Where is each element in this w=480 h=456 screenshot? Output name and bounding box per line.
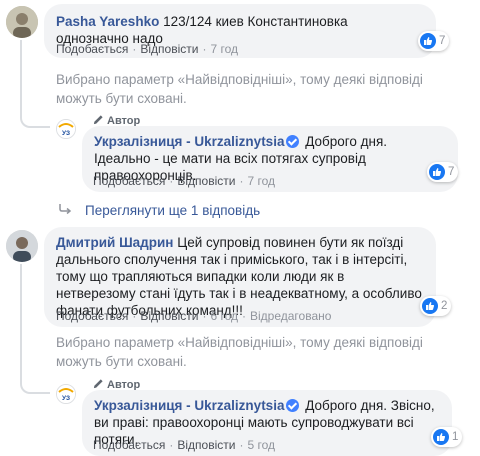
reaction-count[interactable]: 7 bbox=[427, 162, 459, 182]
reply-actions: Подобається · Відповісти · 5 год bbox=[93, 438, 275, 452]
page-avatar[interactable]: УЗ bbox=[56, 384, 76, 404]
like-icon bbox=[429, 164, 445, 180]
reply-link[interactable]: Відповісти bbox=[177, 438, 235, 452]
reply-author[interactable]: Укрзалізниця - Ukrzaliznytsia bbox=[94, 398, 284, 413]
verified-badge-icon bbox=[286, 135, 300, 148]
like-link[interactable]: Подобається bbox=[56, 309, 128, 323]
reply-arrow-icon bbox=[59, 204, 72, 215]
like-icon bbox=[422, 298, 438, 314]
pen-icon bbox=[93, 115, 103, 125]
avatar[interactable] bbox=[6, 6, 38, 38]
like-link[interactable]: Подобається bbox=[93, 174, 165, 188]
comment-author[interactable]: Pasha Yareshko bbox=[56, 14, 159, 29]
user-photo-icon bbox=[6, 6, 38, 38]
uz-logo-icon: УЗ bbox=[57, 385, 75, 403]
timestamp[interactable]: 5 год bbox=[247, 438, 275, 452]
svg-text:УЗ: УЗ bbox=[62, 395, 70, 402]
reaction-number: 7 bbox=[448, 166, 455, 178]
sorting-notice: Вибрано параметр «Найвідповідніші», тому… bbox=[56, 335, 423, 369]
sorting-notice: Вибрано параметр «Найвідповідніші», тому… bbox=[56, 72, 423, 106]
reply-actions: Подобається · Відповісти · 7 год bbox=[93, 174, 275, 188]
pen-icon bbox=[93, 379, 103, 389]
timestamp[interactable]: 6 год bbox=[210, 309, 238, 323]
reply-author[interactable]: Укрзалізниця - Ukrzaliznytsia bbox=[94, 134, 284, 149]
uz-logo-icon: УЗ bbox=[57, 120, 75, 138]
timestamp[interactable]: 7 год bbox=[247, 174, 275, 188]
comment-author[interactable]: Дмитрий Шадрин bbox=[56, 235, 173, 250]
reaction-number: 1 bbox=[452, 431, 459, 443]
verified-badge-icon bbox=[286, 399, 300, 412]
thread-line bbox=[20, 264, 50, 394]
reaction-number: 7 bbox=[439, 35, 446, 47]
timestamp[interactable]: 7 год bbox=[210, 42, 238, 56]
page-avatar[interactable]: УЗ bbox=[56, 119, 76, 139]
user-photo-icon bbox=[6, 230, 38, 262]
reply-link[interactable]: Відповісти bbox=[177, 174, 235, 188]
like-icon bbox=[420, 33, 436, 49]
like-link[interactable]: Подобається bbox=[93, 438, 165, 452]
thread-line bbox=[20, 40, 50, 128]
reply-link[interactable]: Відповісти bbox=[140, 42, 198, 56]
comment-actions: Подобається · Відповісти · 6 год · Відредагова… bbox=[56, 309, 332, 323]
svg-text:УЗ: УЗ bbox=[62, 130, 70, 137]
view-more-replies-link[interactable]: Переглянути ще 1 відповідь bbox=[85, 203, 260, 218]
like-link[interactable]: Подобається bbox=[56, 42, 128, 56]
like-icon bbox=[433, 429, 449, 445]
avatar[interactable] bbox=[6, 230, 38, 262]
reaction-number: 2 bbox=[441, 300, 448, 312]
edited-label[interactable]: Відредаговано bbox=[250, 309, 331, 323]
reaction-count[interactable]: 1 bbox=[431, 427, 463, 447]
reaction-count[interactable]: 7 bbox=[418, 31, 450, 51]
reply-link[interactable]: Відповісти bbox=[140, 309, 198, 323]
comment-actions: Подобається · Відповісти · 7 год bbox=[56, 42, 238, 56]
reaction-count[interactable]: 2 bbox=[420, 296, 452, 316]
